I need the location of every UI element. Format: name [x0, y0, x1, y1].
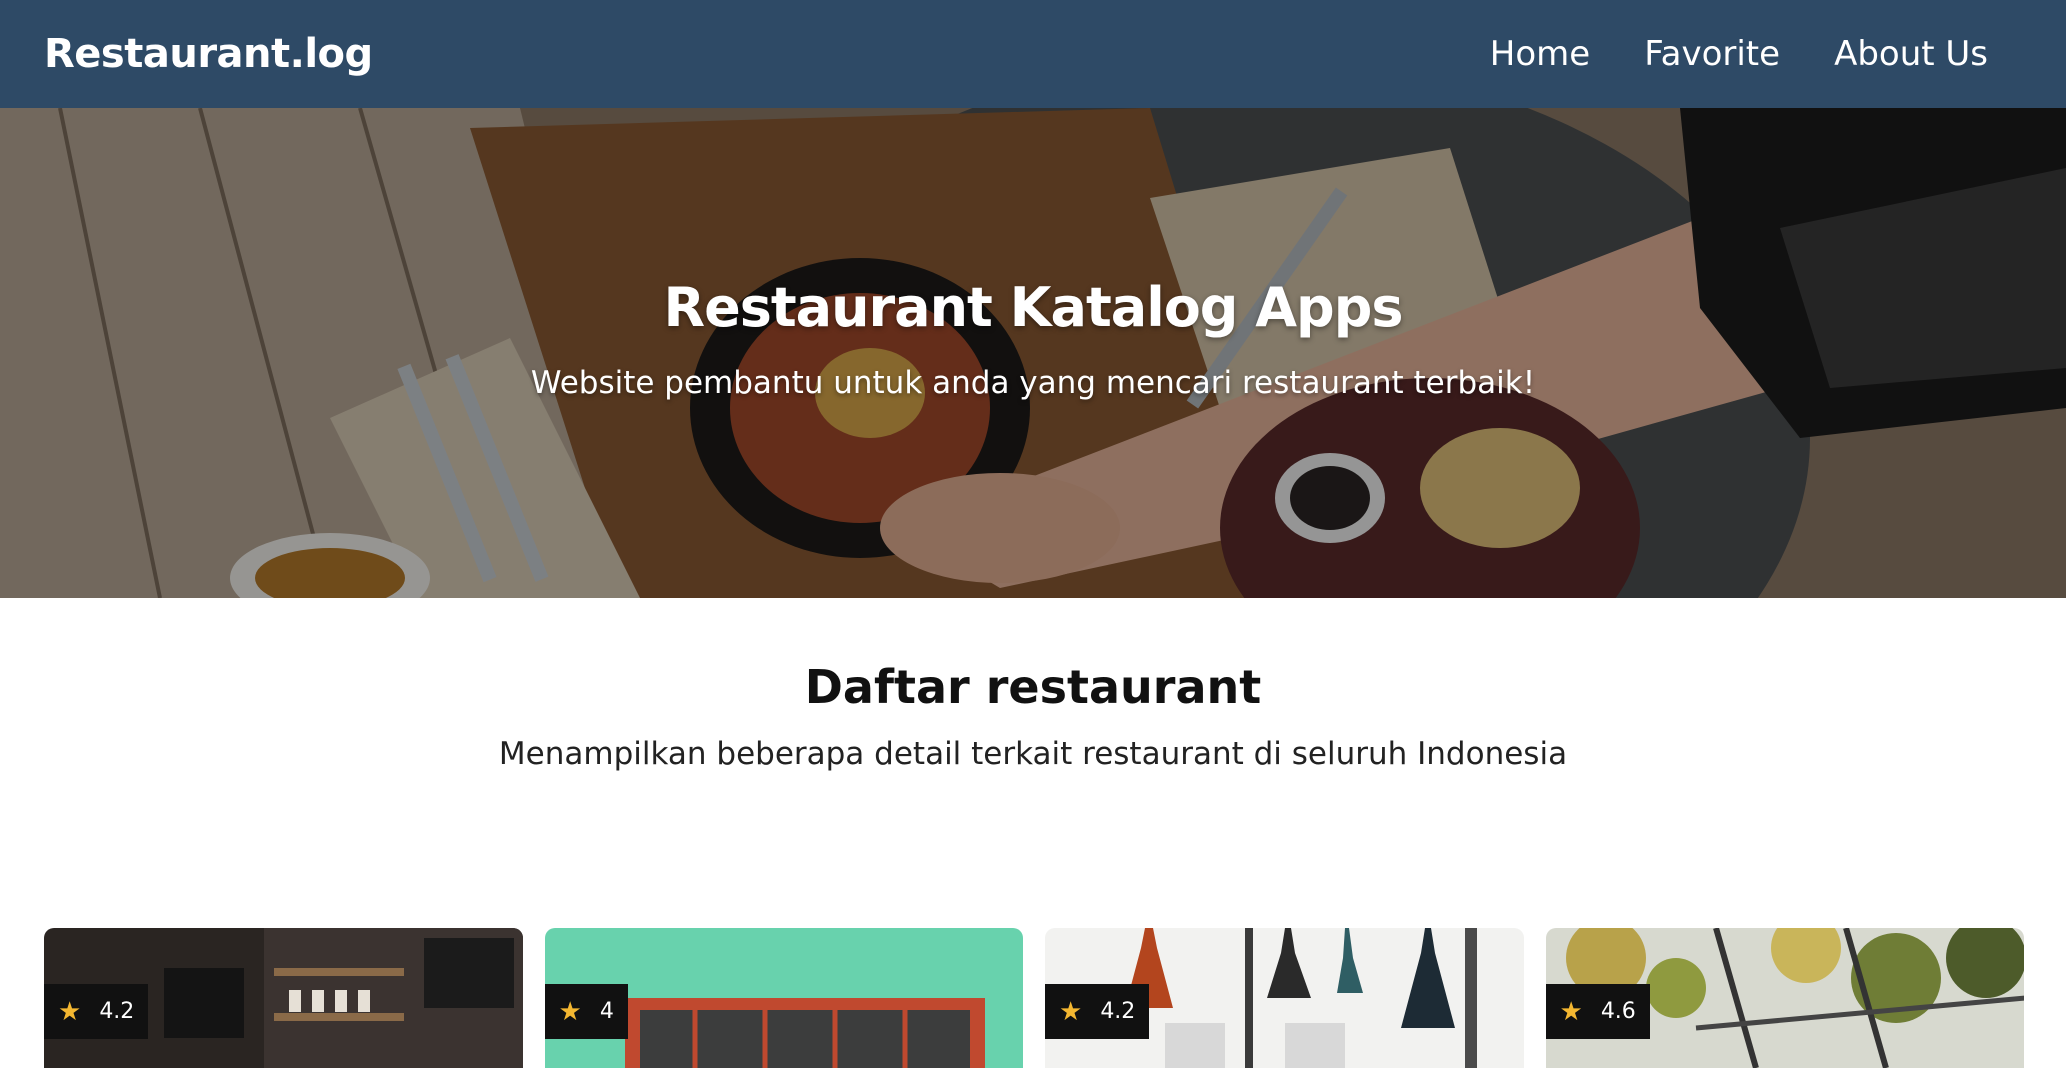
hero-text: Restaurant Katalog Apps Website pembantu… — [0, 108, 2066, 598]
hero-subtitle: Website pembantu untuk anda yang mencari… — [530, 364, 1536, 401]
restaurant-card[interactable]: ★ 4.6 — [1545, 928, 2024, 1068]
restaurant-list-header: Daftar restaurant Menampilkan beberapa d… — [0, 660, 2066, 772]
rating-badge: ★ 4 — [544, 984, 628, 1039]
nav-links: Home Favorite About Us — [1436, 0, 1988, 108]
star-icon: ★ — [58, 996, 82, 1027]
restaurant-card[interactable]: ★ 4 — [544, 928, 1023, 1068]
section-title: Daftar restaurant — [804, 660, 1262, 714]
section-subtitle: Menampilkan beberapa detail terkait rest… — [498, 736, 1568, 772]
rating-value: 4.2 — [99, 999, 135, 1024]
rating-badge: ★ 4.2 — [44, 984, 149, 1039]
star-icon: ★ — [1059, 996, 1083, 1027]
restaurant-card-list: ★ 4.2 ★ 4 ★ 4.2 ★ 4.6 — [44, 928, 2024, 1068]
rating-value: 4.6 — [1600, 999, 1636, 1024]
restaurant-card[interactable]: ★ 4.2 — [1045, 928, 1524, 1068]
rating-value: 4.2 — [1100, 999, 1136, 1024]
restaurant-card[interactable]: ★ 4.2 — [44, 928, 523, 1068]
rating-value: 4 — [599, 999, 614, 1024]
star-icon: ★ — [558, 996, 582, 1027]
brand-logo[interactable]: Restaurant.log — [44, 31, 373, 77]
rating-badge: ★ 4.6 — [1545, 984, 1650, 1039]
nav-link-about-us[interactable]: About Us — [1834, 34, 1988, 74]
nav-link-home[interactable]: Home — [1490, 34, 1590, 74]
nav-link-favorite[interactable]: Favorite — [1644, 34, 1780, 74]
hero-banner: Restaurant Katalog Apps Website pembantu… — [0, 108, 2066, 598]
hero-title: Restaurant Katalog Apps — [663, 275, 1403, 339]
navbar: Restaurant.log Home Favorite About Us — [0, 0, 2066, 108]
rating-badge: ★ 4.2 — [1045, 984, 1150, 1039]
star-icon: ★ — [1559, 996, 1583, 1027]
